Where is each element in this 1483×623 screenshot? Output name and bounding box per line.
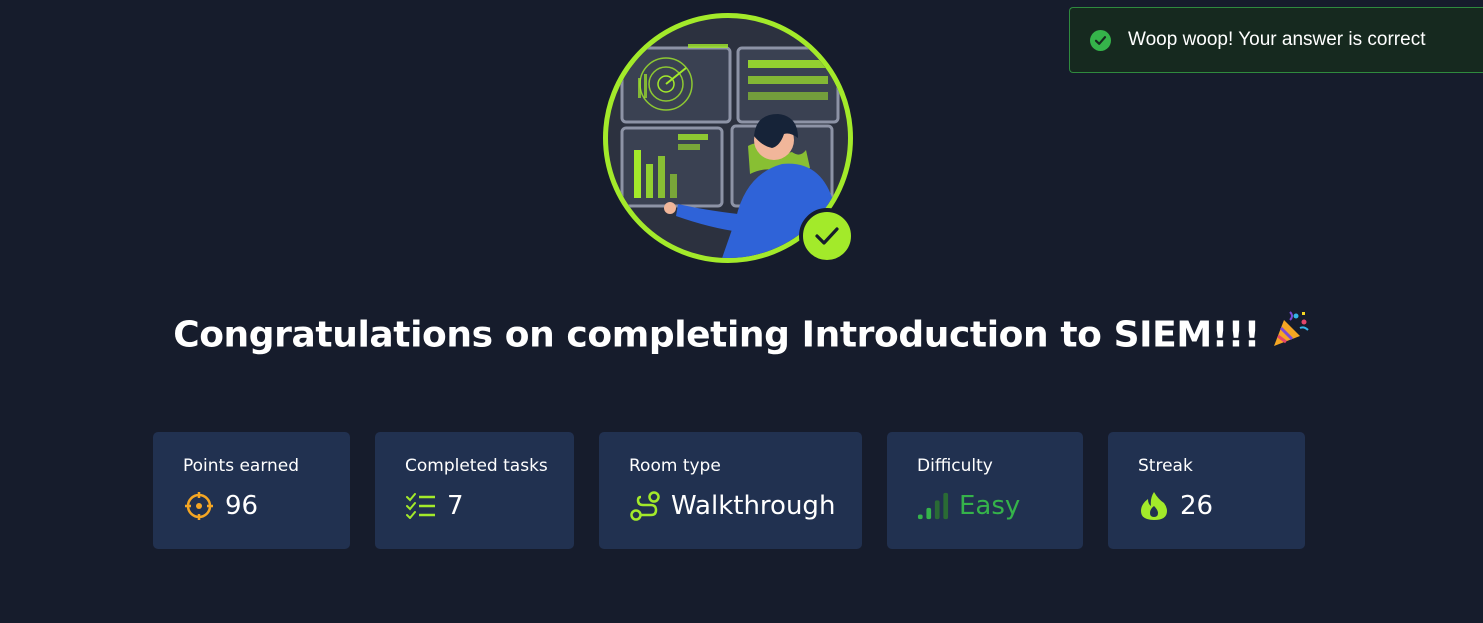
stat-value-difficulty: Easy [959, 491, 1021, 521]
stat-value-tasks: 7 [447, 491, 464, 521]
stat-card-points: Points earned 96 [153, 432, 350, 549]
room-badge [603, 13, 855, 264]
target-icon [183, 490, 215, 522]
stat-card-streak: Streak 26 [1108, 432, 1305, 549]
stat-value-streak: 26 [1180, 491, 1214, 521]
check-circle-icon [1090, 29, 1111, 51]
stat-card-tasks: Completed tasks 7 [375, 432, 574, 549]
stat-label: Difficulty [917, 456, 993, 476]
completion-heading-text: Congratulations on completing Introducti… [173, 314, 1260, 356]
stat-label: Points earned [183, 456, 300, 476]
stat-value-room-type: Walkthrough [671, 491, 836, 521]
completed-check-icon [799, 208, 855, 264]
stat-card-room-type: Room type Walkthrough [599, 432, 862, 549]
signal-bars-icon [917, 490, 949, 522]
stat-label: Streak [1138, 456, 1193, 476]
success-toast[interactable]: Woop woop! Your answer is correct [1069, 7, 1483, 73]
completion-heading: Congratulations on completing Introducti… [0, 311, 1483, 361]
stat-label: Completed tasks [405, 456, 548, 476]
checklist-icon [405, 490, 437, 522]
party-popper-icon [1270, 308, 1310, 357]
room-completion-page: Woop woop! Your answer is correct Congra… [0, 0, 1483, 623]
stat-card-difficulty: Difficulty Easy [887, 432, 1083, 549]
stat-value-points: 96 [225, 491, 259, 521]
route-icon [629, 490, 661, 522]
stat-label: Room type [629, 456, 721, 476]
toast-message: Woop woop! Your answer is correct [1128, 29, 1426, 50]
flame-icon [1138, 490, 1170, 522]
